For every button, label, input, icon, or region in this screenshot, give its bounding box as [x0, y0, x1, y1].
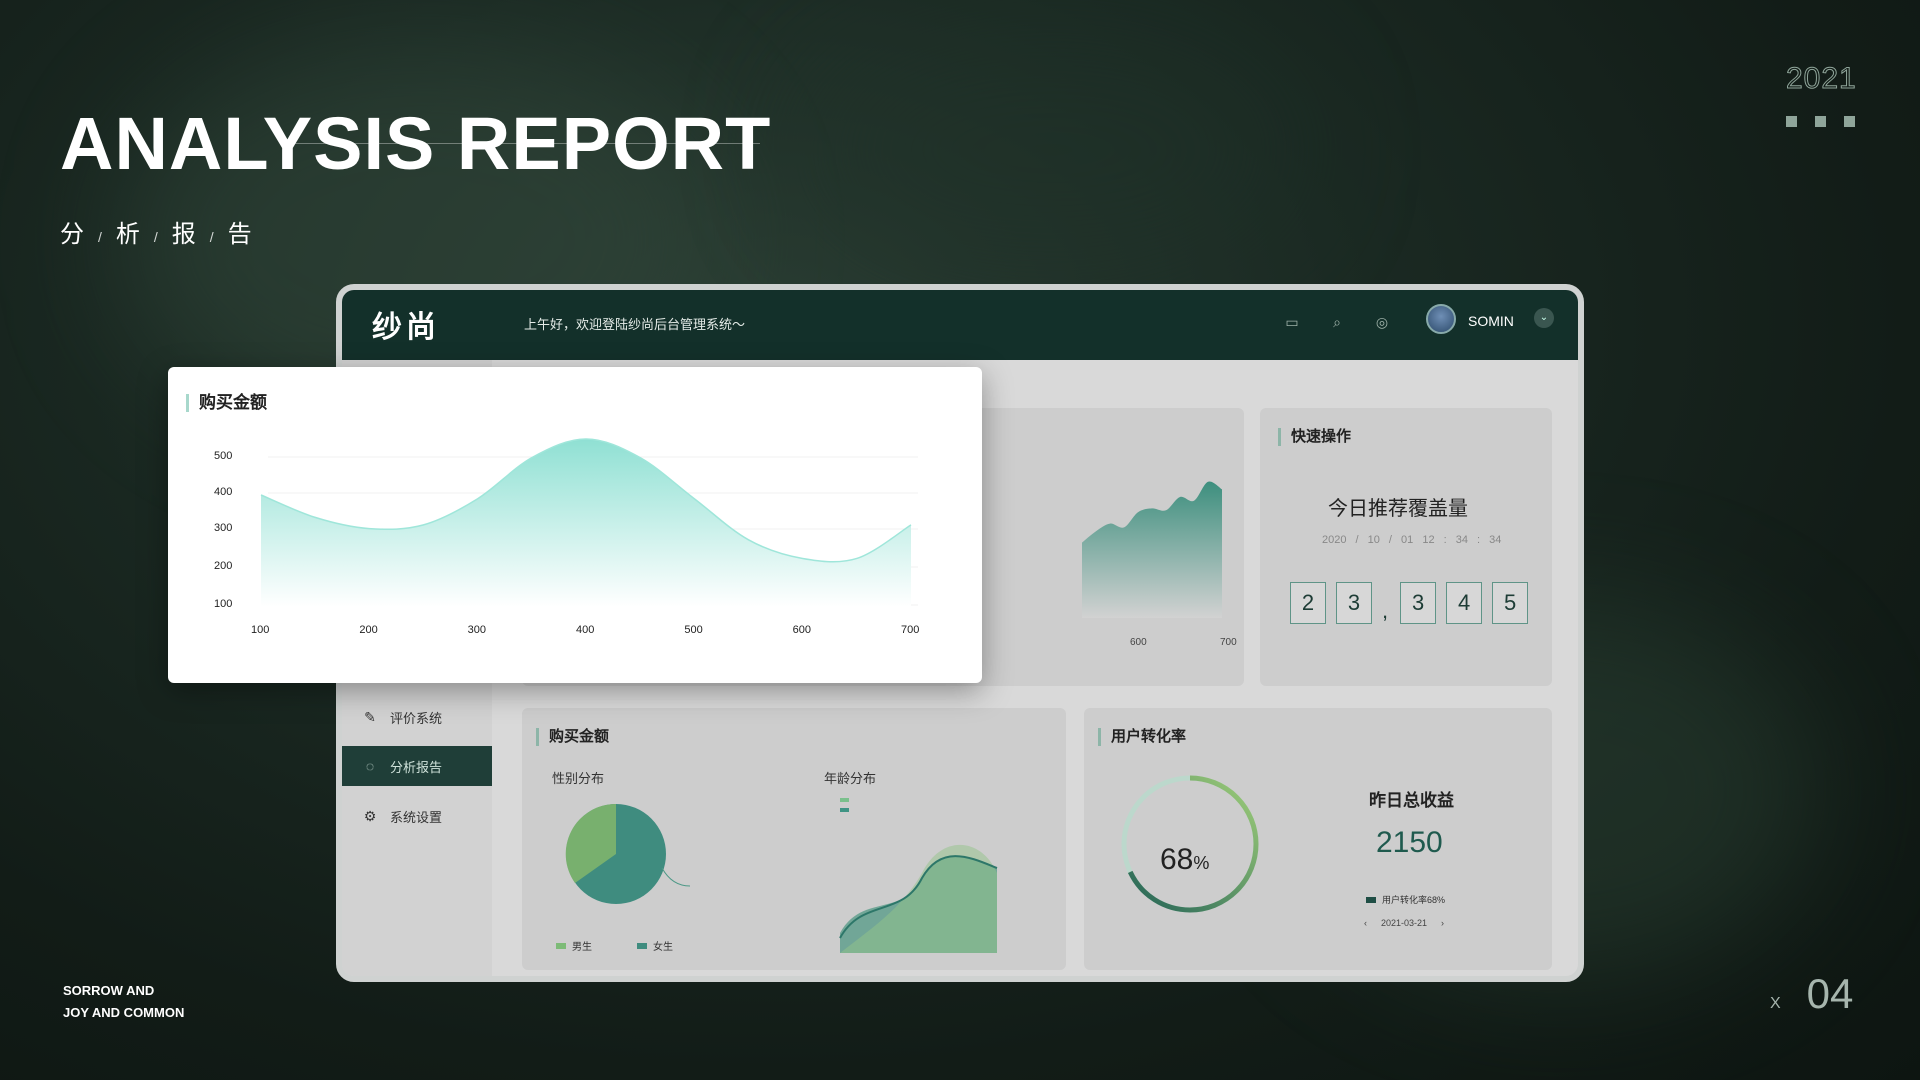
ring-number: 68 — [1160, 843, 1194, 876]
slide-title: ANALYSIS REPORT — [60, 102, 772, 185]
x-tick-label: 600 — [792, 624, 812, 636]
conversion-ring — [1121, 775, 1259, 913]
x-tick-label: 500 — [684, 624, 703, 636]
trend-area — [1082, 481, 1222, 618]
x-tick-label: 600 — [1130, 637, 1147, 648]
card-title: 快速操作 — [1278, 428, 1351, 446]
legend-label: 女生 — [653, 942, 673, 953]
purchase-amount-card: 购买金额 100 200 300 400 500 100 200 300 400 500 600 70… — [168, 367, 982, 683]
chevron-down-icon[interactable]: ⌄ — [1534, 308, 1554, 328]
y-tick-label: 100 — [214, 598, 233, 610]
decor-squares — [1786, 116, 1855, 127]
subtitle-separator: / — [98, 229, 102, 245]
age-area-male — [840, 844, 997, 953]
sidebar-item-analysis[interactable]: ◌ 分析报告 — [342, 746, 492, 786]
chat-icon: ◌ — [365, 758, 375, 774]
recommend-heading: 今日推荐覆盖量 — [1328, 498, 1468, 520]
earnings-value: 2150 — [1376, 826, 1443, 859]
digit-separator: , — [1382, 598, 1389, 623]
top-bar: 纱尚 上午好，欢迎登陆纱尚后台管理系统～ ▭ ⌕ ◎ SOMIN ⌄ — [342, 290, 1578, 360]
subtitle-separator: / — [209, 229, 214, 245]
user-name[interactable]: SOMIN — [1468, 313, 1514, 329]
y-tick-label: 200 — [214, 560, 233, 572]
digit-box: 3 — [1400, 582, 1437, 624]
chevron-right-icon[interactable]: › — [1441, 918, 1444, 928]
search-icon[interactable]: ⌕ — [1327, 312, 1347, 332]
ring-unit: % — [1193, 853, 1210, 873]
quick-actions-card: 快速操作 今日推荐覆盖量 2020 / 10 / 01 12 : 34 : 34… — [1260, 408, 1552, 686]
date-pager: ‹ 2021-03-21 › — [1364, 918, 1444, 928]
slide-subtitle: 分 / 析 / 报 / 告 — [60, 214, 252, 249]
sidebar-item-settings[interactable]: ⚙ 系统设置 — [342, 796, 492, 836]
recommend-datetime: 2020 / 10 / 01 12 : 34 : 34 — [1322, 534, 1501, 546]
greeting-text: 上午好，欢迎登陆纱尚后台管理系统～ — [524, 317, 746, 332]
purchase-area-chart — [260, 438, 918, 607]
pencil-icon: ✎ — [364, 708, 376, 725]
area-fill — [261, 439, 911, 607]
year-label: 2021 — [1786, 62, 1857, 96]
sidebar-item-review[interactable]: ✎ 评价系统 — [342, 697, 492, 737]
gear-icon: ⚙ — [363, 807, 377, 824]
legend-label: 男生 — [572, 942, 592, 953]
digit-box: 5 — [1492, 582, 1529, 624]
x-tick-label: 100 — [251, 624, 270, 636]
x-tick-label: 300 — [467, 624, 487, 636]
pager-date: 2021-03-21 — [1381, 918, 1428, 928]
subtitle-separator: / — [153, 229, 158, 245]
x-tick-label: 700 — [1220, 637, 1237, 648]
y-tick-label: 500 — [214, 450, 233, 462]
settings-icon[interactable]: ◎ — [1372, 312, 1392, 332]
conversion-card: 用户转化率 68% 昨日总收益 2150 用户转化率68% ‹ 2021-03-… — [1084, 708, 1552, 970]
subtitle-char: 报 — [171, 221, 196, 248]
conversion-legend: 用户转化率68% — [1366, 893, 1445, 906]
sidebar-item-label: 分析报告 — [390, 759, 443, 775]
page-number: 04 — [1806, 970, 1854, 1017]
title-divider — [290, 143, 760, 144]
sidebar-item-label: 系统设置 — [390, 809, 443, 825]
background-blob — [800, 20, 1300, 280]
earnings-title: 昨日总收益 — [1369, 791, 1454, 810]
digit-box: 4 — [1446, 582, 1483, 624]
page-prefix: X — [1770, 995, 1781, 1012]
age-legend-swatch — [840, 798, 849, 802]
legend-female: 女生 — [637, 938, 673, 953]
purchase-distribution-card: 购买金额 性别分布 年龄分布 男生 女生 — [522, 708, 1066, 970]
age-legend-swatch — [840, 808, 849, 812]
sidebar-item-label: 评价系统 — [390, 710, 443, 726]
distribution-charts — [565, 798, 998, 953]
chevron-left-icon[interactable]: ‹ — [1364, 918, 1367, 928]
subtitle-char: 告 — [227, 221, 252, 248]
ring-value: 68% — [1160, 843, 1209, 877]
footer-tagline: SORROW AND JOY AND COMMON — [63, 980, 184, 1024]
x-tick-label: 700 — [901, 624, 920, 636]
recommend-time: 12 : 34 : 34 — [1422, 534, 1502, 546]
digit-counter: 2 3 , 3 4 5 — [1290, 582, 1534, 624]
digit-box: 3 — [1336, 582, 1372, 624]
subtitle-char: 分 — [60, 221, 84, 248]
footer-line: JOY AND COMMON — [63, 1005, 185, 1020]
y-tick-label: 400 — [214, 486, 233, 498]
legend-label: 用户转化率68% — [1382, 895, 1446, 905]
x-tick-label: 200 — [359, 624, 378, 636]
app-logo[interactable]: 纱尚 — [372, 302, 440, 346]
message-icon[interactable]: ▭ — [1282, 312, 1302, 332]
y-tick-label: 300 — [214, 522, 233, 534]
footer-line: SORROW AND — [63, 983, 155, 998]
pie-leader-line — [661, 867, 691, 887]
avatar[interactable] — [1426, 304, 1456, 334]
subtitle-char: 析 — [115, 221, 140, 248]
legend-male: 男生 — [556, 938, 592, 953]
recommend-date: 2020 / 10 / 01 — [1322, 534, 1414, 546]
digit-box: 2 — [1290, 582, 1326, 624]
x-tick-label: 400 — [576, 624, 595, 636]
page-indicator: X 04 — [1770, 970, 1853, 1018]
card-title: 用户转化率 — [1098, 728, 1186, 746]
